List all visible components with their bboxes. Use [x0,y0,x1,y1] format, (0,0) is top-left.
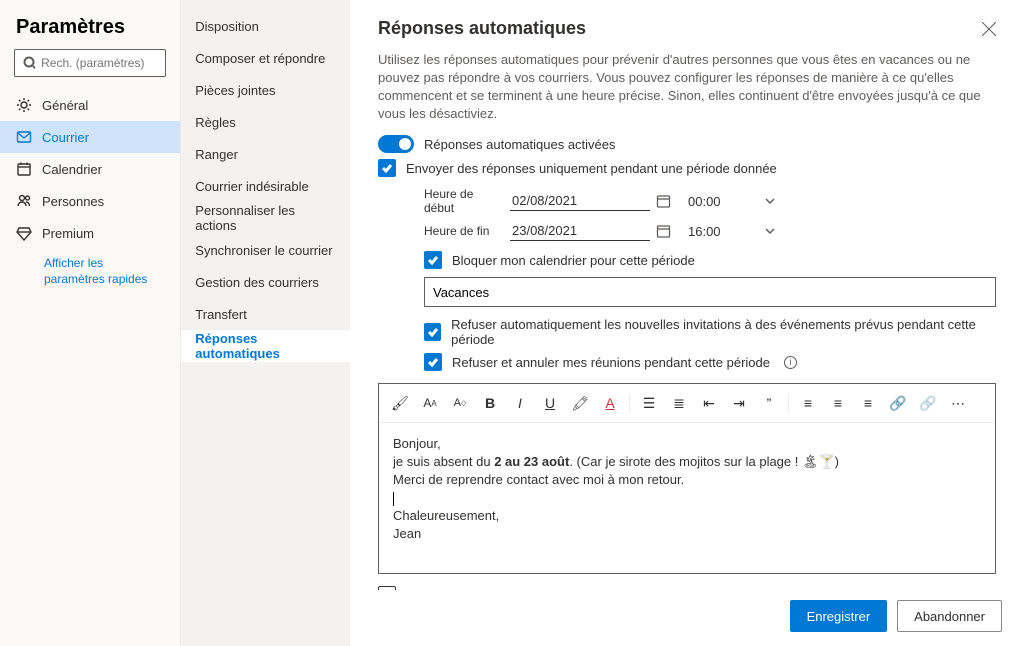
italic-icon[interactable]: I [507,390,533,416]
mail-subnav: Disposition Composer et répondre Pièces … [181,0,350,646]
calendar-picker-icon[interactable] [656,194,671,209]
settings-left-nav: Paramètres Général Courrier Calendrier P… [0,0,181,646]
subnav-composer[interactable]: Composer et répondre [181,42,350,74]
subnav-handling[interactable]: Gestion des courriers [181,266,350,298]
close-icon[interactable] [982,22,996,36]
bold-icon[interactable]: B [477,390,503,416]
search-icon [23,56,35,70]
period-checkbox[interactable] [378,159,396,177]
cancel-button[interactable]: Abandonner [897,600,1002,632]
msg-line [393,489,981,507]
outdent-icon[interactable]: ⇤ [696,390,722,416]
start-label: Heure de début [424,187,504,215]
gear-icon [16,97,32,113]
editor-body[interactable]: Bonjour, je suis absent du 2 au 23 août.… [379,423,995,573]
settings-main: Réponses automatiques Utilisez les répon… [350,0,1024,646]
more-icon[interactable]: ⋯ [945,390,971,416]
subnav-attachments[interactable]: Pièces jointes [181,74,350,106]
diamond-icon [16,225,32,241]
settings-title: Paramètres [0,12,180,49]
font-size-icon[interactable]: A◇ [447,390,473,416]
rich-text-editor: 🖌 AA A◇ B I U 🖍 A ☰ ≣ ⇤ ⇥ ” ≡ ≡ [378,383,996,574]
quick-settings-link[interactable]: Afficher les paramètres rapides [0,249,180,287]
subnav-sync[interactable]: Synchroniser le courrier [181,234,350,266]
subnav-customize[interactable]: Personnaliser les actions [181,202,350,234]
subnav-auto-replies[interactable]: Réponses automatiques [181,330,350,362]
footer-actions: Enregistrer Abandonner [350,590,1024,646]
chevron-down-icon[interactable] [764,195,776,207]
block-title-input[interactable] [424,277,996,307]
nav-general[interactable]: Général [0,89,180,121]
unlink-icon[interactable]: 🔗 [915,390,941,416]
align-center-icon[interactable]: ≡ [825,390,851,416]
nav-premium[interactable]: Premium [0,217,180,249]
nav-mail[interactable]: Courrier [0,121,180,153]
nav-calendar-label: Calendrier [42,162,102,177]
msg-line: Chaleureusement, [393,507,981,525]
start-date-input[interactable]: 02/08/2021 [510,191,650,211]
calendar-picker-icon[interactable] [656,224,671,239]
nav-mail-label: Courrier [42,130,89,145]
subnav-rules[interactable]: Règles [181,106,350,138]
decline-cancel-label: Refuser et annuler mes réunions pendant … [452,355,770,370]
nav-general-label: Général [42,98,88,113]
decline-new-checkbox[interactable] [424,323,441,341]
subnav-sweep[interactable]: Ranger [181,138,350,170]
highlight-icon[interactable]: 🖍 [567,390,593,416]
align-right-icon[interactable]: ≡ [855,390,881,416]
msg-line: Merci de reprendre contact avec moi à mo… [393,471,981,489]
period-label: Envoyer des réponses uniquement pendant … [406,161,777,176]
font-family-icon[interactable]: AA [417,390,443,416]
indent-icon[interactable]: ⇥ [726,390,752,416]
end-label: Heure de fin [424,224,504,238]
info-icon[interactable]: i [784,356,797,369]
subnav-disposition[interactable]: Disposition [181,10,350,42]
end-date-input[interactable]: 23/08/2021 [510,221,650,241]
auto-replies-toggle[interactable] [378,135,414,153]
page-title: Réponses automatiques [378,18,586,39]
search-input[interactable] [41,56,157,70]
calendar-icon [16,161,32,177]
people-icon [16,193,32,209]
start-time-input[interactable]: 00:00 [688,194,758,209]
block-calendar-label: Bloquer mon calendrier pour cette périod… [452,253,695,268]
format-painter-icon[interactable]: 🖌 [387,390,413,416]
block-calendar-checkbox[interactable] [424,251,442,269]
msg-line: Jean [393,525,981,543]
mail-icon [16,129,32,145]
numbering-icon[interactable]: ≣ [666,390,692,416]
underline-icon[interactable]: U [537,390,563,416]
nav-people[interactable]: Personnes [0,185,180,217]
toggle-label: Réponses automatiques activées [424,137,616,152]
nav-people-label: Personnes [42,194,104,209]
msg-line: je suis absent du 2 au 23 août. (Car je … [393,453,981,471]
editor-toolbar: 🖌 AA A◇ B I U 🖍 A ☰ ≣ ⇤ ⇥ ” ≡ ≡ [379,384,995,423]
align-left-icon[interactable]: ≡ [795,390,821,416]
subnav-junk[interactable]: Courrier indésirable [181,170,350,202]
chevron-down-icon[interactable] [764,225,776,237]
nav-calendar[interactable]: Calendrier [0,153,180,185]
link-icon[interactable]: 🔗 [885,390,911,416]
nav-premium-label: Premium [42,226,94,241]
subnav-forward[interactable]: Transfert [181,298,350,330]
bullets-icon[interactable]: ☰ [636,390,662,416]
msg-line: Bonjour, [393,435,981,453]
quote-icon[interactable]: ” [756,390,782,416]
save-button[interactable]: Enregistrer [790,600,888,632]
decline-new-label: Refuser automatiquement les nouvelles in… [451,317,996,347]
search-input-container[interactable] [14,49,166,77]
end-time-input[interactable]: 16:00 [688,224,758,239]
help-text: Utilisez les réponses automatiques pour … [378,51,996,123]
decline-cancel-checkbox[interactable] [424,353,442,371]
font-color-icon[interactable]: A [597,390,623,416]
